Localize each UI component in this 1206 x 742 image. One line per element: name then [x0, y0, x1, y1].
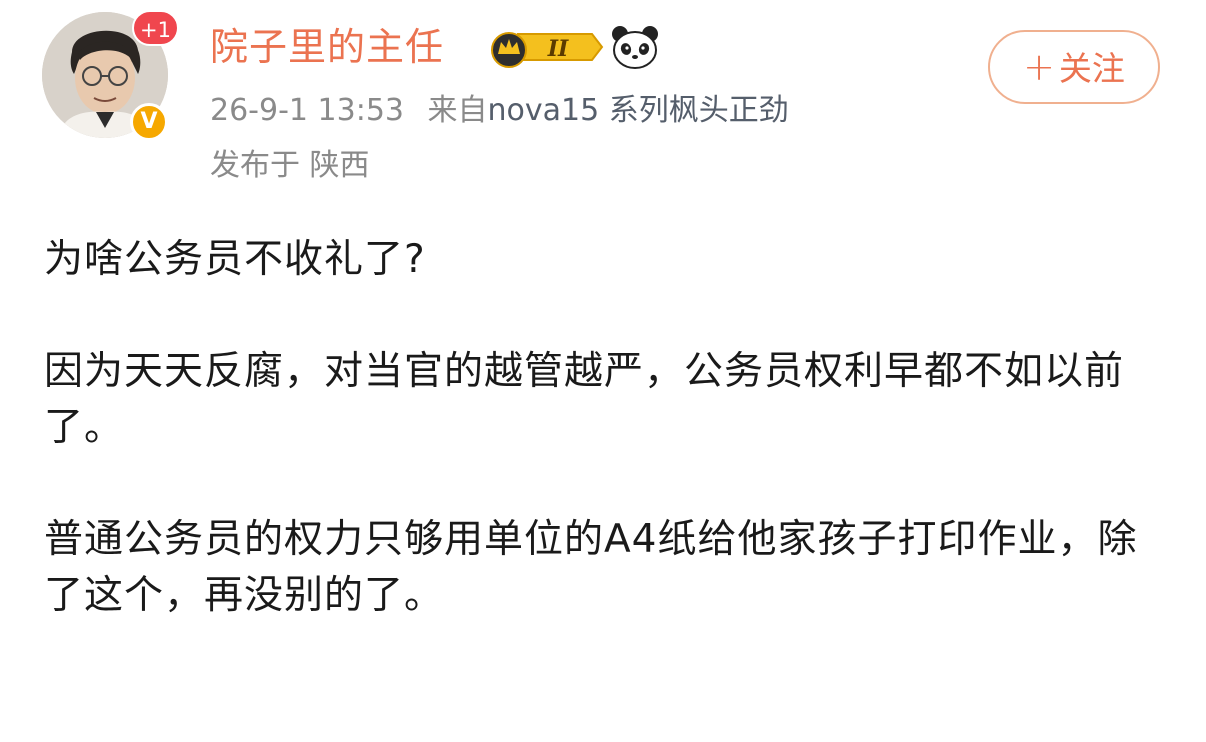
plus-icon: + [1023, 45, 1055, 89]
source-device[interactable]: nova15 系列枫头正劲 [488, 93, 789, 128]
follow-button[interactable]: + 关注 [988, 30, 1160, 104]
post-location: 发布于 陕西 [210, 148, 370, 183]
panda-icon [610, 24, 660, 74]
post-timestamp: 26-9-1 13:53 [210, 93, 404, 128]
notification-plus-badge: +1 [132, 10, 179, 46]
source-prefix: 来自 [427, 93, 488, 128]
post-meta: 26-9-1 13:53 来自nova15 系列枫头正劲 [210, 90, 789, 132]
post-header: +1 V 院子里的主任 II 26-9-1 13:53 来自nova15 系列枫… [0, 0, 1206, 200]
post-paragraph: 普通公务员的权力只够用单位的A4纸给他家孩子打印作业，除了这个，再没别的了。 [44, 517, 1138, 618]
crown-vip-icon[interactable]: II [488, 26, 604, 72]
verified-icon: V [130, 103, 168, 141]
post-paragraph: 因为天天反腐，对当官的越管越严，公务员权利早都不如以前了。 [44, 349, 1125, 450]
post-paragraph: 为啥公务员不收礼了? [44, 237, 426, 282]
author-name[interactable]: 院子里的主任 [210, 22, 444, 72]
vip-level-text: II [547, 36, 569, 62]
follow-label: 关注 [1058, 49, 1125, 88]
post-body: 为啥公务员不收礼了? 因为天天反腐，对当官的越管越严，公务员权利早都不如以前了。… [44, 232, 1174, 624]
